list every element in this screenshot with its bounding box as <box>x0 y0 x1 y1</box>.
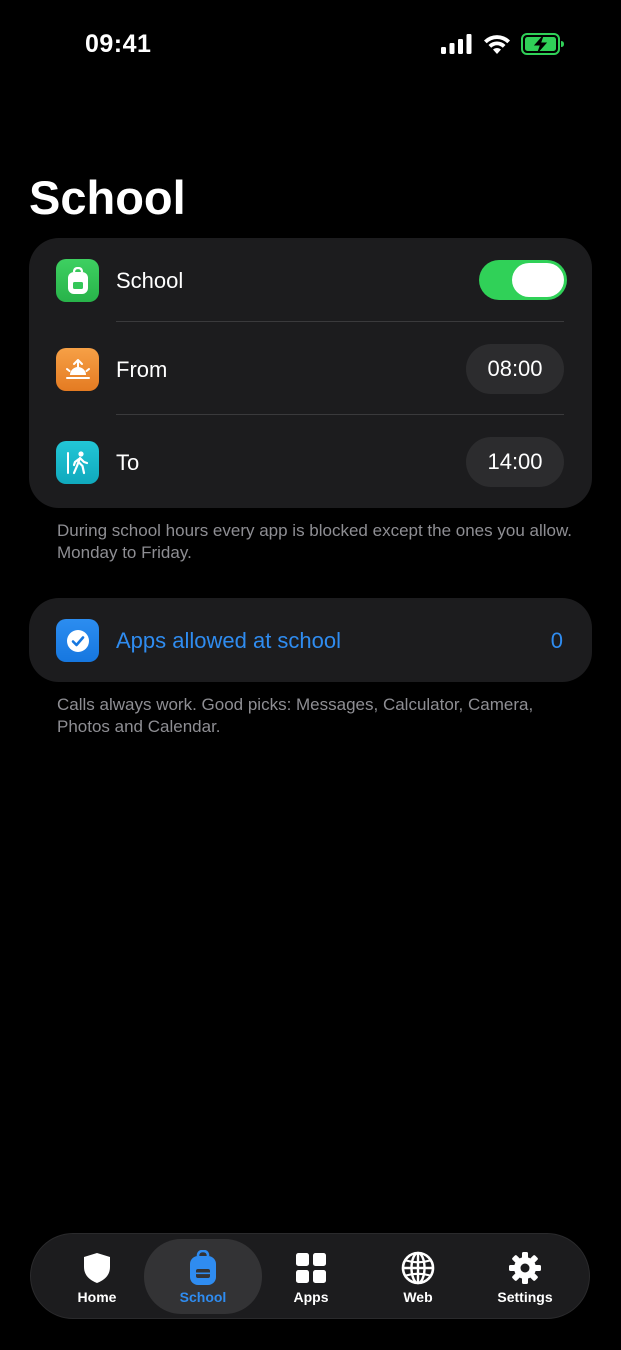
status-time: 09:41 <box>85 30 152 58</box>
from-label: From <box>116 357 168 382</box>
allowed-apps-count: 0 <box>550 628 563 653</box>
battery-charging-icon <box>521 33 565 60</box>
status-icons <box>441 33 565 60</box>
schedule-card: School From 08:00 To 14:00 <box>29 238 592 508</box>
globe-icon <box>401 1251 435 1285</box>
tab-settings[interactable]: Settings <box>466 1239 584 1314</box>
to-label: To <box>116 450 140 475</box>
tab-apps[interactable]: Apps <box>252 1239 370 1314</box>
allowed-apps-label: Apps allowed at school <box>116 628 342 653</box>
school-toggle[interactable] <box>479 260 567 300</box>
tab-label: School <box>179 1289 227 1305</box>
shield-icon <box>80 1251 114 1285</box>
checkmark-circle-icon <box>56 619 99 662</box>
sunrise-icon <box>56 348 99 391</box>
tab-home[interactable]: Home <box>38 1239 156 1314</box>
schedule-footnote: During school hours every app is blocked… <box>57 521 573 562</box>
wifi-icon <box>483 34 511 60</box>
from-row[interactable]: From 08:00 <box>29 344 592 394</box>
tab-label: Web <box>403 1289 433 1305</box>
cellular-signal-icon <box>441 34 473 59</box>
tab-label: Apps <box>293 1289 329 1305</box>
allowed-apps-footnote: Calls always work. Good picks: Messages,… <box>57 695 534 736</box>
divider <box>116 414 564 415</box>
school-label: School <box>116 268 184 293</box>
tab-label: Settings <box>497 1289 553 1305</box>
page-title: School <box>29 171 186 224</box>
tab-web[interactable]: Web <box>359 1239 477 1314</box>
status-bar: 09:41 <box>0 0 621 90</box>
backpack-icon <box>56 259 99 302</box>
school-toggle-row[interactable]: School <box>29 259 592 343</box>
grid-icon <box>294 1251 328 1285</box>
gear-icon <box>508 1251 542 1285</box>
divider <box>116 321 564 322</box>
tab-label: Home <box>77 1289 117 1305</box>
allowed-apps-row[interactable]: Apps allowed at school 0 <box>29 619 592 663</box>
screen: 09:41 School School From 08:00 To 14:00 … <box>0 0 621 1350</box>
tab-school[interactable]: School <box>144 1239 262 1314</box>
to-row[interactable]: To 14:00 <box>29 437 592 487</box>
walking-person-icon <box>56 441 99 484</box>
toggle-knob <box>512 263 564 297</box>
tab-bar: Home School Apps Web Settings <box>30 1233 590 1319</box>
to-time-picker[interactable]: 14:00 <box>466 437 564 487</box>
backpack-icon <box>186 1250 220 1285</box>
allowed-apps-card[interactable]: Apps allowed at school 0 <box>29 598 592 682</box>
from-time-picker[interactable]: 08:00 <box>466 344 564 394</box>
